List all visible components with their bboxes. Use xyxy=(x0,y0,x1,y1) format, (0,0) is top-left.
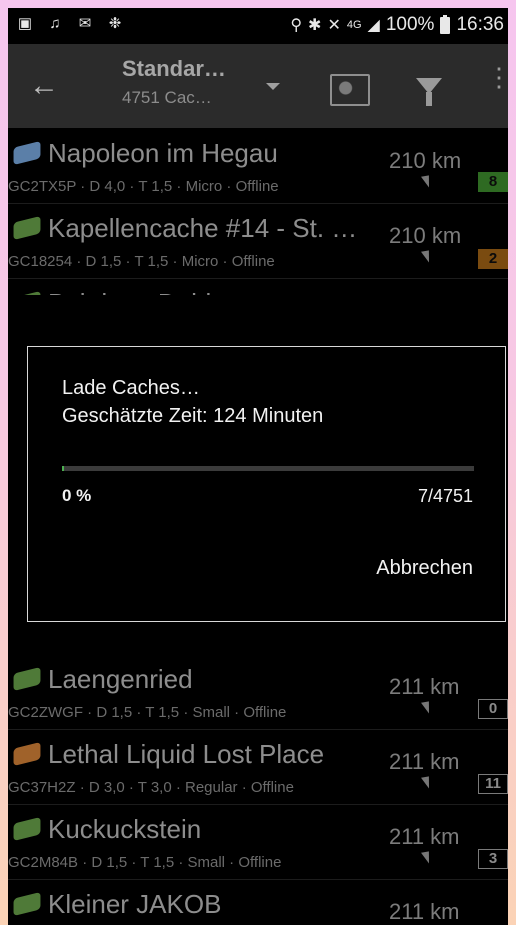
cache-list-item[interactable]: Kuckuckstein GC2M84B · D 1,5 · T 1,5 · Sm… xyxy=(8,804,508,880)
phone-screen: ▣ ♫ ✉ ❉ ⚲ ✱ ✕ 4G ◢ 100% 16:36 ← Standar…… xyxy=(8,8,508,925)
inventory-badge: 2 xyxy=(478,249,508,269)
battery-percent: 100% xyxy=(385,14,435,35)
cache-name: Laengenried xyxy=(48,664,193,694)
cache-details: GC18254 · D 1,5 · T 1,5 · Micro · Offlin… xyxy=(8,253,275,270)
location-icon: ⚲ xyxy=(290,17,303,34)
cache-list-item[interactable]: Kapellencache #14 - St. … GC18254 · D 1,5… xyxy=(8,203,508,279)
action-bar: ← Standar… 4751 Cac… ⋮ xyxy=(8,44,508,128)
cache-distance: 210 km xyxy=(389,148,462,173)
filter-icon[interactable] xyxy=(416,78,442,106)
cache-type-icon xyxy=(13,666,42,692)
progress-dialog: Lade Caches… Geschätzte Zeit: 124 Minute… xyxy=(27,346,506,622)
cache-box-icon xyxy=(13,215,41,241)
cache-type-icon xyxy=(13,140,42,166)
cache-box-icon xyxy=(13,816,41,842)
cache-box-icon xyxy=(13,140,41,166)
cache-distance: 211 km xyxy=(389,749,460,774)
progress-percent: 0 % xyxy=(62,486,92,505)
status-bar: ▣ ♫ ✉ ❉ ⚲ ✱ ✕ 4G ◢ 100% 16:36 xyxy=(8,8,508,44)
cache-list-item[interactable]: Laengenried GC2ZWGF · D 1,5 · T 1,5 · Sma… xyxy=(8,654,508,730)
back-arrow-icon[interactable]: ← xyxy=(26,68,62,104)
inventory-badge: 0 xyxy=(478,699,508,719)
battery-icon xyxy=(440,14,451,34)
cache-details: GC2ZWGF · D 1,5 · T 1,5 · Small · Offlin… xyxy=(8,704,287,721)
cache-name: Kleiner JAKOB xyxy=(48,889,222,919)
cache-name: Kapellencache #14 - St. … xyxy=(48,213,358,243)
inventory-badge: 11 xyxy=(478,774,508,794)
bluetooth-icon: ✱ xyxy=(308,17,322,34)
dialog-estimate: Geschätzte Zeit: 124 Minuten xyxy=(62,405,324,427)
list-title: Standar… xyxy=(122,56,226,81)
cache-list-item[interactable]: Lethal Liquid Lost Place GC37H2Z · D 3,0 … xyxy=(8,729,508,805)
cache-details: GC37H2Z · D 3,0 · T 3,0 · Regular · Offl… xyxy=(8,779,294,796)
cache-box-icon xyxy=(13,741,41,767)
inventory-badge: 8 xyxy=(478,172,508,192)
4g-icon: 4G xyxy=(346,19,362,31)
progress-fill xyxy=(62,466,64,471)
cache-distance: 211 km xyxy=(389,824,460,849)
cache-name: Kuckuckstein xyxy=(48,814,202,844)
cache-type-icon xyxy=(13,891,42,917)
cancel-button[interactable]: Abbrechen xyxy=(376,557,473,580)
cache-name: Napoleon im Hegau xyxy=(48,138,278,168)
direction-arrow-icon xyxy=(421,701,431,715)
inventory-badge: 3 xyxy=(478,849,508,869)
cache-type-icon xyxy=(13,741,42,767)
direction-arrow-icon xyxy=(421,851,431,865)
cache-box-icon xyxy=(13,666,41,692)
cache-name: Lethal Liquid Lost Place xyxy=(48,739,325,769)
system-icons: ⚲ ✱ ✕ 4G ◢ 100% 16:36 xyxy=(290,14,504,36)
notification-icons: ▣ ♫ ✉ ❉ xyxy=(16,15,124,33)
cache-details: GC2M84B · D 1,5 · T 1,5 · Small · Offlin… xyxy=(8,854,282,871)
map-icon[interactable] xyxy=(330,74,370,106)
cache-distance: 210 km xyxy=(389,223,462,248)
signal-icon: ◢ xyxy=(367,17,380,34)
cache-distance: 211 km xyxy=(389,899,460,924)
list-subtitle: 4751 Cac… xyxy=(122,88,212,107)
clock: 16:36 xyxy=(456,14,504,35)
cache-list-item[interactable]: Kleiner JAKOB 211 km xyxy=(8,879,508,925)
cache-distance: 211 km xyxy=(389,674,460,699)
twitter-icon: ♫ xyxy=(49,15,61,32)
mute-icon: ✕ xyxy=(327,17,341,34)
progress-count: 7/4751 xyxy=(417,486,473,506)
more-vert-icon[interactable]: ⋮ xyxy=(486,64,508,90)
paw-icon: ❉ xyxy=(108,15,122,32)
cache-list-item[interactable]: Napoleon im Hegau GC2TX5P · D 4,0 · T 1,5… xyxy=(8,128,508,204)
dropdown-icon[interactable] xyxy=(266,83,280,90)
dialog-message: Lade Caches… xyxy=(62,377,200,399)
cache-box-icon xyxy=(13,891,41,917)
direction-arrow-icon xyxy=(421,776,431,790)
progress-bar xyxy=(62,466,474,471)
mail-icon: ✉ xyxy=(78,15,92,32)
list-selector[interactable]: Standar… 4751 Cac… xyxy=(122,56,226,108)
direction-arrow-icon xyxy=(421,175,431,189)
cache-type-icon xyxy=(13,215,42,241)
cache-type-icon xyxy=(13,816,42,842)
screenshot-icon: ▣ xyxy=(17,15,33,32)
cache-details: GC2TX5P · D 4,0 · T 1,5 · Micro · Offlin… xyxy=(8,178,279,195)
direction-arrow-icon xyxy=(421,250,431,264)
